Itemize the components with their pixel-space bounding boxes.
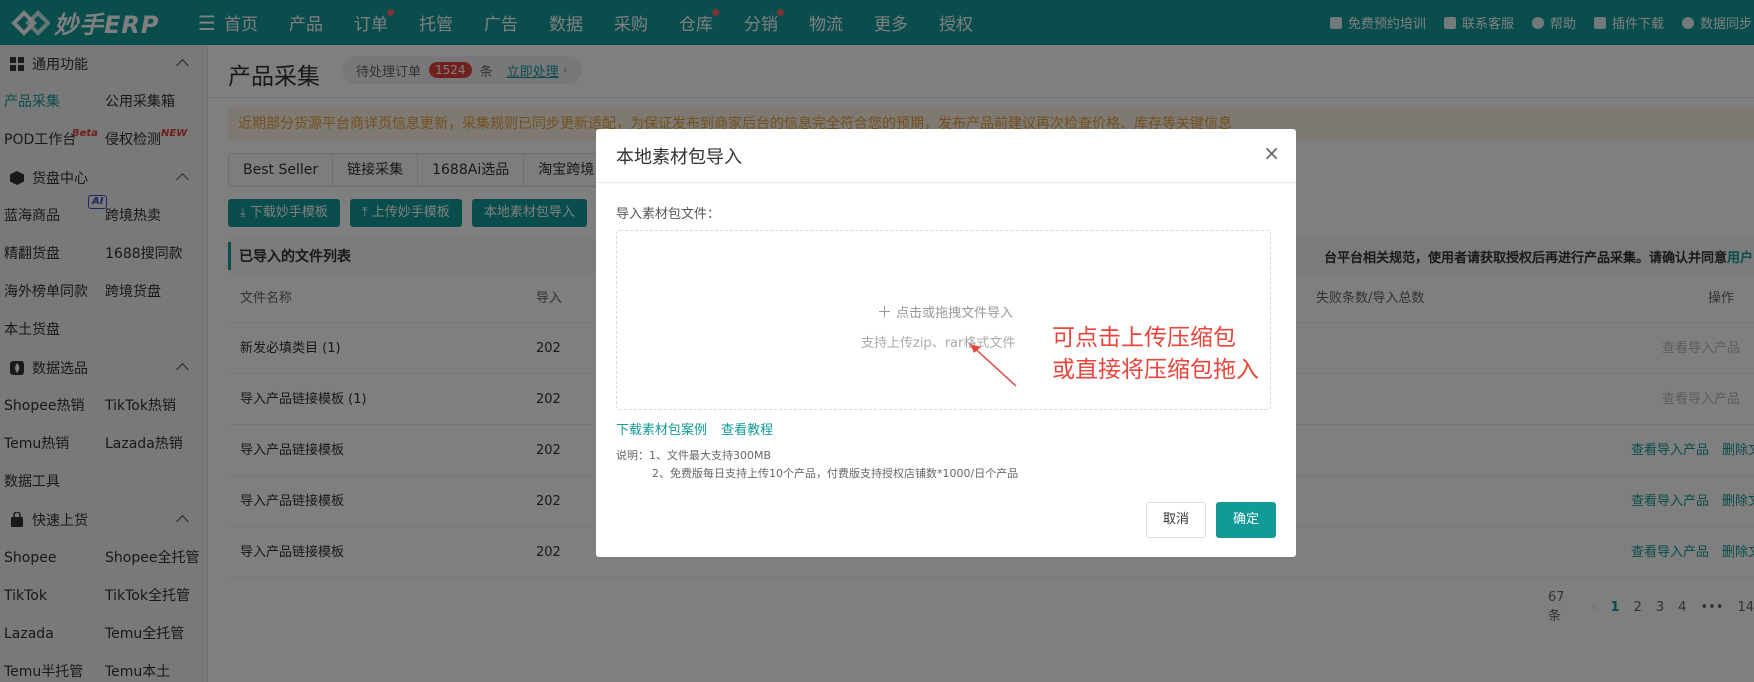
close-icon[interactable]: ×: [1263, 141, 1280, 165]
confirm-button[interactable]: 确定: [1216, 502, 1276, 538]
annotation-text: 可点击上传压缩包 或直接将压缩包拖入: [1052, 325, 1259, 383]
view-tutorial-link[interactable]: 查看教程: [721, 423, 773, 438]
annotation-arrow-icon: [969, 343, 1017, 387]
import-file-label: 导入素材包文件：: [616, 207, 721, 222]
instructions: 说明：1、文件最大支持300MB 2、免费版每日支持上传10个产品，付费版支持授…: [616, 449, 1019, 480]
download-sample-link[interactable]: 下载素材包案例: [616, 423, 707, 438]
cancel-button[interactable]: 取消: [1146, 502, 1206, 538]
divider: [596, 182, 1296, 183]
dialog-title: 本地素材包导入: [616, 147, 742, 168]
plus-icon: ＋: [877, 303, 893, 321]
